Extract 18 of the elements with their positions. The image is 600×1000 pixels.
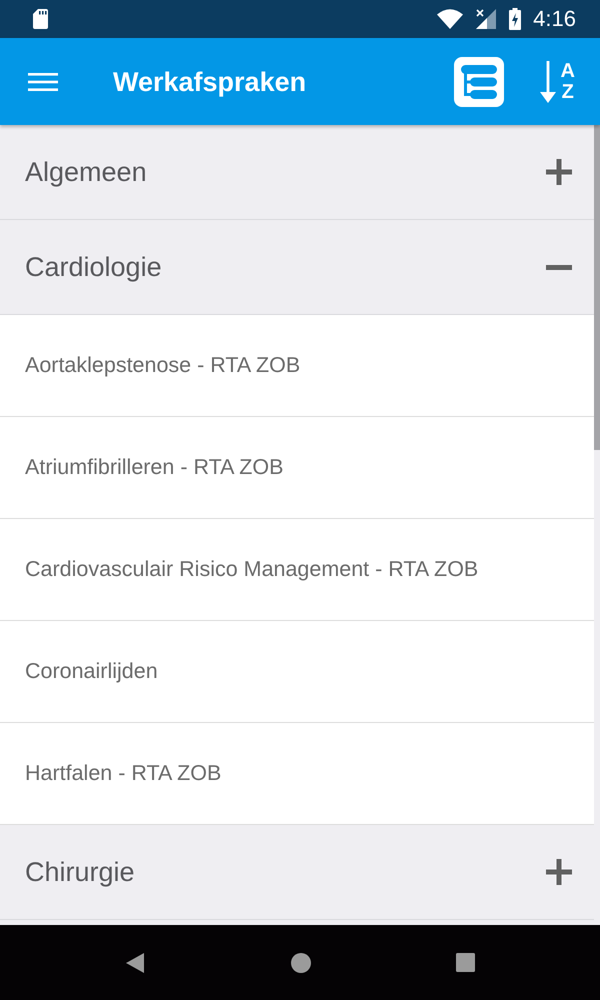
- home-icon[interactable]: [290, 952, 310, 972]
- menu-icon[interactable]: [28, 72, 58, 90]
- sort-button[interactable]: A Z: [540, 60, 575, 102]
- tree-list-icon[interactable]: [454, 56, 504, 106]
- wifi-icon: [437, 9, 464, 29]
- app-title: Werkafspraken: [113, 66, 306, 98]
- back-icon[interactable]: [126, 952, 144, 972]
- list-item[interactable]: Hartfalen - RTA ZOB: [0, 723, 594, 825]
- sd-card-icon: [33, 9, 48, 29]
- status-time: 4:16: [533, 6, 576, 32]
- list-item[interactable]: Coronairlijden: [0, 621, 594, 723]
- down-arrow-icon: [540, 60, 556, 102]
- list-item[interactable]: Aortaklepstenose - RTA ZOB: [0, 315, 594, 417]
- list-item[interactable]: Cardiovasculair Risico Management - RTA ZOB: [0, 519, 594, 621]
- list-item[interactable]: Atriumfibrilleren - RTA ZOB: [0, 417, 594, 519]
- recents-icon[interactable]: [456, 953, 474, 972]
- battery-charging-icon: [509, 8, 522, 30]
- no-signal-icon: [476, 9, 496, 29]
